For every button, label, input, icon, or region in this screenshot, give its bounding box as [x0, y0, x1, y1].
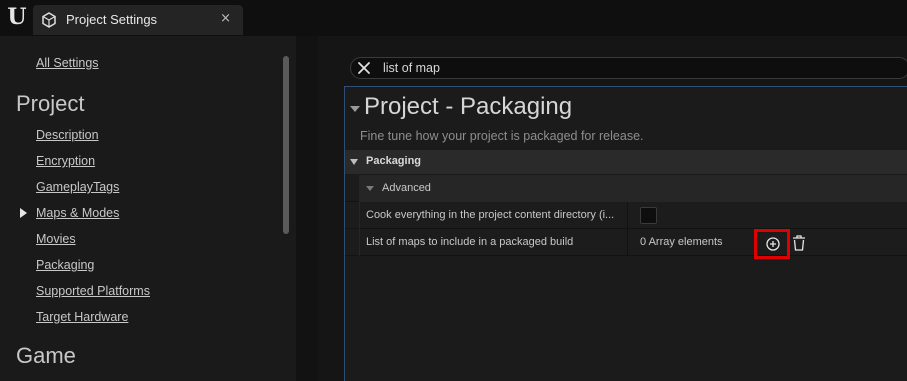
settings-sidebar: All Settings Project Description Encrypt…	[0, 36, 296, 381]
indent-guide	[359, 202, 360, 229]
cook-everything-checkbox[interactable]	[640, 207, 657, 224]
sidebar-item-target-hardware[interactable]: Target Hardware	[36, 310, 128, 324]
subcategory-advanced[interactable]: Advanced	[359, 175, 907, 202]
add-element-button[interactable]	[754, 229, 790, 259]
property-name: List of maps to include in a packaged bu…	[366, 236, 574, 248]
array-count: 0 Array elements	[640, 236, 723, 248]
plus-circle-icon	[766, 237, 780, 251]
settings-cube-icon	[42, 12, 56, 28]
sidebar-item-packaging[interactable]: Packaging	[36, 258, 94, 272]
title-bar: U Project Settings ×	[0, 0, 907, 36]
sidebar-scrollbar[interactable]	[283, 56, 289, 234]
close-tab-icon[interactable]: ×	[220, 11, 231, 26]
sidebar-item-supported-platforms[interactable]: Supported Platforms	[36, 284, 150, 298]
search-box[interactable]	[350, 57, 907, 79]
unreal-logo-icon: U	[7, 4, 27, 30]
property-row: Cook everything in the project content d…	[345, 202, 907, 229]
column-splitter[interactable]	[627, 229, 628, 256]
property-row: List of maps to include in a packaged bu…	[345, 229, 907, 259]
collapse-arrow-icon	[350, 159, 358, 165]
collapse-arrow-icon	[366, 186, 374, 191]
collapse-arrow-icon[interactable]	[350, 106, 360, 112]
page-description: Fine tune how your project is packaged f…	[360, 129, 644, 143]
column-splitter[interactable]	[627, 202, 628, 229]
tab-project-settings[interactable]: Project Settings ×	[33, 5, 243, 35]
sidebar-item-movies[interactable]: Movies	[36, 232, 76, 246]
sidebar-item-encryption[interactable]: Encryption	[36, 154, 95, 168]
sidebar-all-settings[interactable]: All Settings	[36, 56, 99, 70]
property-name: Cook everything in the project content d…	[366, 209, 615, 221]
search-input[interactable]	[383, 60, 883, 76]
sidebar-item-gameplaytags[interactable]: GameplayTags	[36, 180, 119, 194]
indent-guide	[359, 229, 360, 256]
tab-title: Project Settings	[66, 12, 158, 27]
sidebar-item-description[interactable]: Description	[36, 128, 99, 142]
trash-icon[interactable]	[792, 235, 806, 251]
category-label: Packaging	[366, 155, 422, 167]
category-packaging[interactable]: Packaging	[345, 150, 907, 174]
sidebar-section-project: Project	[16, 91, 85, 116]
page-title: Project - Packaging	[364, 93, 573, 120]
subcategory-row: Advanced	[345, 175, 907, 202]
subcategory-label: Advanced	[382, 182, 431, 194]
sidebar-item-maps-modes[interactable]: Maps & Modes	[36, 206, 119, 220]
clear-search-icon[interactable]	[356, 60, 372, 76]
settings-panel: Project - Packaging Fine tune how your p…	[344, 86, 907, 381]
splitter[interactable]	[296, 36, 318, 381]
sidebar-section-game: Game	[16, 343, 76, 368]
expand-arrow-icon[interactable]	[20, 208, 27, 218]
